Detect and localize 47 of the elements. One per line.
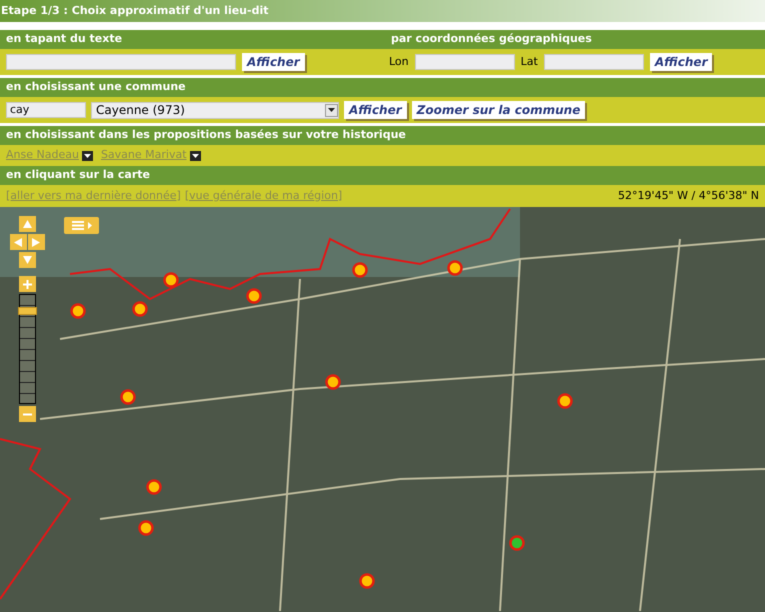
layers-icon	[72, 221, 84, 230]
map-marker[interactable]	[120, 389, 136, 405]
map-marker[interactable]	[70, 303, 86, 319]
input-field[interactable]	[414, 54, 515, 70]
section-heading: en choisissant dans les propositions basées sur votre historique	[5, 127, 407, 144]
section-heading: en tapant du texte	[5, 31, 124, 48]
input-field[interactable]	[544, 54, 644, 70]
arrow-up-icon	[22, 220, 32, 228]
section-heading: par coordonnées géographiques	[390, 31, 593, 48]
cursor-coordinates: 52°19'45" W / 4°56'38" N	[618, 188, 759, 204]
action-button[interactable]: Afficher	[650, 53, 712, 71]
pan-up-button[interactable]	[18, 216, 36, 232]
commune-select[interactable]: Cayenne (973)	[91, 102, 339, 118]
map-marker[interactable]	[557, 393, 573, 409]
action-button[interactable]: Afficher	[242, 53, 305, 71]
input-field[interactable]	[6, 54, 236, 70]
map-marker[interactable]	[325, 374, 341, 390]
map-marker[interactable]	[146, 479, 162, 495]
action-button[interactable]: Afficher	[344, 101, 407, 119]
section-heading: en cliquant sur la carte	[5, 167, 151, 184]
pan-down-button[interactable]	[18, 252, 36, 268]
map-marker[interactable]	[359, 573, 375, 589]
map-marker[interactable]	[138, 520, 154, 536]
pan-left-button[interactable]	[10, 234, 26, 250]
plus-icon	[22, 280, 32, 288]
arrow-right-icon	[32, 238, 40, 246]
longitude-label: Lon	[389, 54, 409, 70]
arrow-left-icon	[14, 238, 22, 246]
zoom-slider-thumb[interactable]	[18, 307, 36, 316]
section-heading: en choisissant une commune	[5, 79, 187, 96]
zoom-out-button[interactable]	[18, 406, 36, 422]
map-marker[interactable]	[509, 535, 525, 551]
action-button[interactable]: Zoomer sur la commune	[412, 101, 586, 119]
arrow-right-icon	[88, 222, 92, 229]
input-field[interactable]: cay	[6, 102, 86, 118]
latitude-label: Lat	[520, 54, 538, 70]
zoom-in-button[interactable]	[18, 276, 36, 292]
pan-right-button[interactable]	[28, 234, 44, 250]
step-title-bar: Etape 1/3 : Choix approximatif d'un lieu-dit	[0, 0, 765, 22]
arrow-down-icon	[22, 256, 32, 264]
map-marker[interactable]	[132, 301, 148, 317]
map-marker[interactable]	[246, 288, 262, 304]
zoom-slider-track[interactable]	[18, 294, 36, 404]
map-marker[interactable]	[447, 260, 463, 276]
map-marker[interactable]	[163, 272, 179, 288]
map-marker[interactable]	[352, 262, 368, 278]
satellite-map-placeholder[interactable]	[0, 207, 765, 612]
